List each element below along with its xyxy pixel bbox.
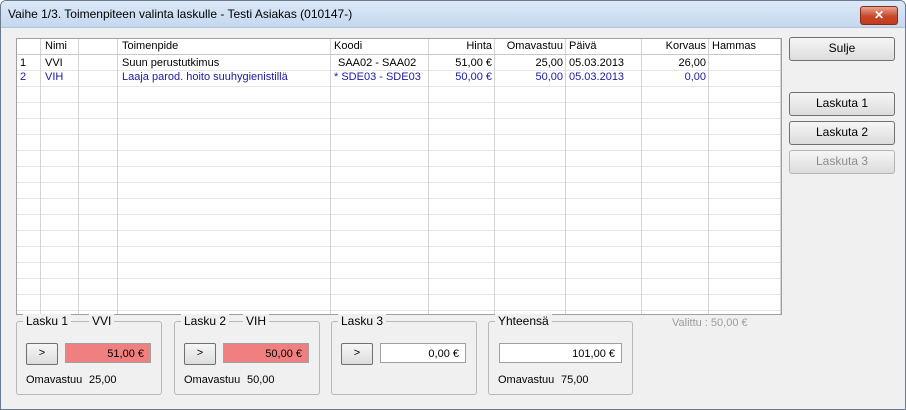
cell-nimi: VVI	[45, 57, 63, 69]
yhteensa-value: 101,00 €	[499, 343, 622, 363]
col-header-omavastuu[interactable]: Omavastuu	[497, 39, 563, 54]
lasku-1-value: 51,00 €	[65, 343, 151, 363]
cell-toimenpide: Suun perustutkimus	[122, 57, 220, 69]
col-header-hammas[interactable]: Hammas	[712, 39, 778, 54]
cell-omavastuu: 50,00	[535, 71, 563, 83]
cell-extra	[82, 56, 116, 71]
yhteensa-group: Yhteensä 101,00 € Omavastuu 75,00	[488, 314, 633, 395]
lasku-3-value: 0,00 €	[380, 343, 466, 363]
col-header-koodi[interactable]: Koodi	[334, 39, 426, 54]
lasku-2-group: Lasku 2 VIH > 50,00 € Omavastuu 50,00	[174, 314, 320, 395]
cell-extra	[82, 70, 116, 85]
lasku-2-assign-button[interactable]: >	[184, 343, 216, 365]
lasku-1-code: VVI	[89, 314, 115, 328]
dialog-client-area: Nimi Toimenpide Koodi Hinta Omavastuu Pä…	[4, 28, 902, 406]
laskuta-2-button[interactable]: Laskuta 2	[789, 121, 895, 145]
lasku-1-omavastuu-value: 25,00	[89, 374, 117, 386]
lasku-2-omavastuu-value: 50,00	[247, 374, 275, 386]
cell-korvaus: 0,00	[684, 71, 706, 83]
col-header-blank[interactable]	[82, 39, 116, 54]
cell-koodi: SAA02 - SAA02	[338, 57, 417, 69]
col-header-hinta[interactable]: Hinta	[431, 39, 492, 54]
lasku-3-group: Lasku 3 > 0,00 €	[331, 314, 477, 395]
lasku-2-title: Lasku 2	[181, 314, 230, 328]
lasku-3-assign-button[interactable]: >	[341, 343, 373, 365]
cell-koodi: * SDE03 - SDE03	[334, 71, 421, 83]
laskuta-1-button[interactable]: Laskuta 1	[789, 92, 895, 116]
col-header-paiva[interactable]: Päivä	[569, 39, 639, 54]
laskuta-3-button[interactable]: Laskuta 3	[789, 150, 895, 174]
cell-toimenpide: Laaja parod. hoito suuhygienistillä	[122, 71, 288, 83]
valittu-total: Valittu : 50,00 €	[672, 317, 748, 329]
dialog-window: Vaihe 1/3. Toimenpiteen valinta laskulle…	[0, 0, 906, 410]
lasku-1-group: Lasku 1 VVI > 51,00 € Omavastuu 25,00	[16, 314, 162, 395]
lasku-3-title: Lasku 3	[338, 314, 387, 328]
title-bar[interactable]: Vaihe 1/3. Toimenpiteen valinta laskulle…	[1, 1, 905, 28]
yhteensa-omavastuu-value: 75,00	[561, 374, 589, 386]
cell-korvaus: 26,00	[678, 57, 706, 69]
col-header-toimenpide[interactable]: Toimenpide	[122, 39, 328, 54]
yhteensa-omavastuu-label: Omavastuu	[498, 374, 555, 386]
yhteensa-title: Yhteensä	[495, 314, 552, 328]
col-header-nimi[interactable]: Nimi	[45, 39, 77, 54]
sulje-button[interactable]: Sulje	[789, 37, 895, 61]
lasku-1-assign-button[interactable]: >	[26, 343, 58, 365]
close-button[interactable]: ✕	[860, 6, 898, 25]
cell-paiva: 05.03.2013	[569, 71, 625, 83]
cell-nimi: VIH	[45, 71, 64, 83]
col-header-korvaus[interactable]: Korvaus	[644, 39, 706, 54]
lasku-1-omavastuu-label: Omavastuu	[26, 374, 83, 386]
cell-hammas	[712, 56, 778, 71]
col-header-num[interactable]	[20, 39, 38, 54]
table-row[interactable]: 2 VIH Laaja parod. hoito suuhygienistill…	[17, 70, 781, 85]
procedure-table[interactable]: Nimi Toimenpide Koodi Hinta Omavastuu Pä…	[16, 38, 782, 315]
lasku-2-value: 50,00 €	[223, 343, 309, 363]
table-row[interactable]: 1 VVI Suun perustutkimus SAA02 - SAA02 5…	[17, 56, 781, 71]
window-title: Vaihe 1/3. Toimenpiteen valinta laskulle…	[8, 7, 353, 21]
close-icon: ✕	[873, 8, 885, 22]
cell-num: 1	[20, 57, 27, 69]
lasku-1-title: Lasku 1	[23, 314, 72, 328]
cell-omavastuu: 25,00	[535, 57, 563, 69]
lasku-2-code: VIH	[243, 314, 270, 328]
cell-hinta: 51,00 €	[455, 57, 492, 69]
table-header: Nimi Toimenpide Koodi Hinta Omavastuu Pä…	[17, 39, 781, 55]
cell-paiva: 05.03.2013	[569, 57, 625, 69]
cell-hinta: 50,00 €	[455, 71, 492, 83]
cell-num: 2	[20, 71, 27, 83]
lasku-2-omavastuu-label: Omavastuu	[184, 374, 241, 386]
cell-hammas	[712, 70, 778, 85]
